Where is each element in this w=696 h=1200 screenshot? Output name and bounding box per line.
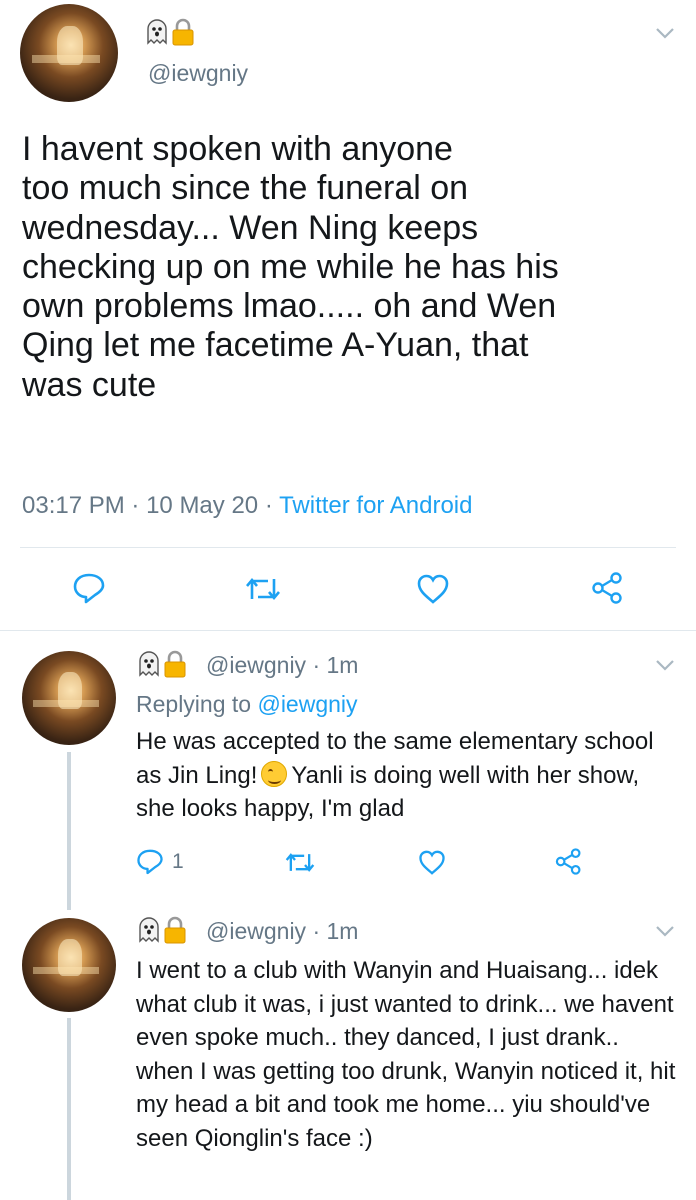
lock-emoji-icon — [164, 650, 186, 678]
tweet-text: I havent spoken with anyone too much sin… — [22, 130, 559, 404]
retweet-button[interactable] — [244, 574, 282, 604]
avatar[interactable] — [20, 4, 118, 102]
replying-to-line: Replying to @iewgniy — [136, 691, 358, 718]
chevron-down-icon[interactable] — [654, 654, 676, 676]
tweet-date: 10 May 20 — [146, 492, 259, 519]
meta-separator: · — [312, 918, 321, 944]
reply-text: I went to a club with Wanyin and Huaisan… — [136, 957, 676, 1152]
meta-separator: · — [264, 492, 273, 519]
replying-to-label: Replying to — [136, 691, 252, 717]
meta-separator: · — [131, 492, 140, 519]
reply-button[interactable]: 1 — [136, 848, 184, 875]
meta-separator: · — [312, 652, 321, 678]
name-badges — [146, 18, 194, 46]
ghost-emoji-icon — [146, 19, 168, 45]
reply-time: 1m — [326, 918, 359, 944]
ghost-emoji-icon — [138, 651, 160, 677]
tweet-time: 03:17 PM — [22, 492, 125, 519]
reply-header: @iewgniy · 1m — [206, 918, 358, 945]
author-handle[interactable]: @iewgniy — [206, 918, 306, 944]
name-badges — [138, 650, 186, 678]
share-button[interactable] — [554, 847, 584, 876]
retweet-button[interactable] — [284, 850, 316, 875]
author-handle[interactable]: @iewgniy — [206, 652, 306, 678]
tweet-source-link[interactable]: Twitter for Android — [279, 492, 472, 519]
replying-to-mention[interactable]: @iewgniy — [257, 691, 357, 717]
reply-button[interactable] — [72, 572, 106, 604]
author-handle[interactable]: @iewgniy — [148, 60, 248, 87]
chevron-down-icon[interactable] — [654, 22, 676, 44]
avatar[interactable] — [22, 651, 116, 745]
share-button[interactable] — [590, 571, 626, 605]
section-divider — [0, 630, 696, 631]
lock-emoji-icon — [172, 18, 194, 46]
reply-icon — [73, 573, 105, 604]
retweet-icon — [285, 853, 315, 872]
ghost-emoji-icon — [138, 917, 160, 943]
thread-line — [67, 752, 71, 910]
heart-icon — [417, 574, 449, 604]
share-icon — [555, 848, 581, 875]
chevron-down-icon[interactable] — [654, 920, 676, 942]
thread-line — [67, 1018, 71, 1200]
retweet-icon — [246, 577, 280, 601]
reply-header: @iewgniy · 1m — [206, 652, 358, 679]
reply-count: 1 — [172, 849, 184, 873]
reply-time: 1m — [326, 652, 359, 678]
name-badges — [138, 916, 186, 944]
divider — [20, 547, 676, 548]
lock-emoji-icon — [164, 916, 186, 944]
like-button[interactable] — [418, 849, 446, 876]
smiling-face-emoji-icon — [261, 760, 288, 787]
reply-icon — [137, 849, 163, 875]
reply-text: He was accepted to the same elementary s… — [136, 725, 676, 826]
like-button[interactable] — [416, 573, 450, 605]
heart-icon — [419, 850, 445, 875]
avatar[interactable] — [22, 918, 116, 1012]
share-icon — [592, 572, 622, 604]
tweet-meta: 03:17 PM · 10 May 20 · Twitter for Andro… — [22, 492, 472, 520]
